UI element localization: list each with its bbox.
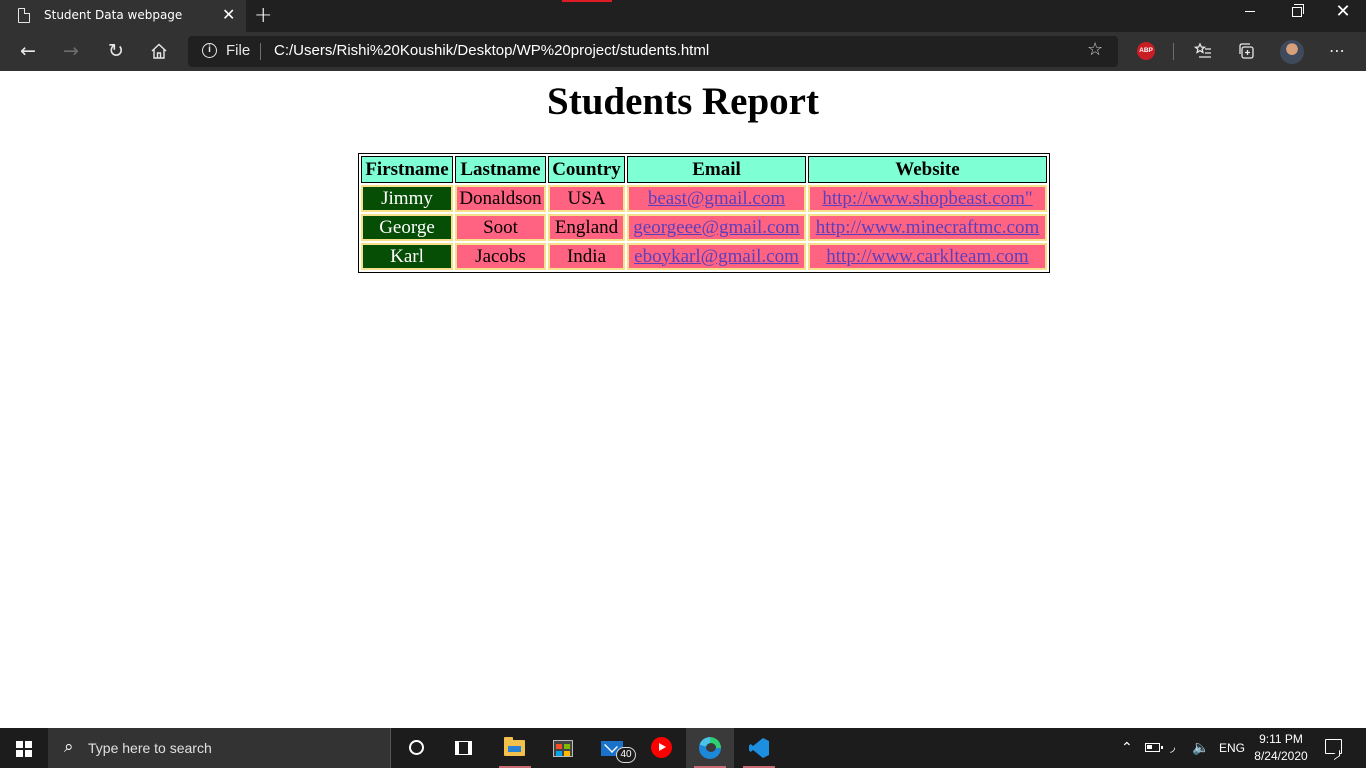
- windows-start-icon[interactable]: [16, 741, 32, 757]
- edge-icon: [699, 737, 721, 759]
- website-link[interactable]: http://www.carklteam.com: [826, 246, 1028, 267]
- browser-title-bar: Student Data webpage ✕ + ✕: [0, 0, 1366, 32]
- profile-avatar[interactable]: [1280, 40, 1304, 64]
- clock-date: 8/24/2020: [1254, 749, 1308, 763]
- address-separator: [260, 43, 261, 60]
- page-title: Students Report: [547, 80, 819, 123]
- restore-button[interactable]: [1274, 0, 1320, 32]
- volume-icon[interactable]: 🔈: [1192, 728, 1209, 768]
- address-scheme: File: [226, 42, 251, 59]
- address-bar[interactable]: i File C:/Users/Rishi%20Koushik/Desktop/…: [188, 36, 1118, 67]
- tab-close-icon[interactable]: ✕: [222, 6, 235, 24]
- cell-country: England: [548, 214, 625, 241]
- cell-firstname: Jimmy: [361, 185, 453, 212]
- recording-indicator: [562, 0, 612, 2]
- search-placeholder: Type here to search: [88, 740, 212, 756]
- more-icon[interactable]: ⋯: [1319, 32, 1355, 71]
- header-email: Email: [627, 156, 806, 183]
- header-website: Website: [808, 156, 1047, 183]
- page-icon: [18, 8, 30, 23]
- cell-website: http://www.minecraftmc.com: [808, 214, 1047, 241]
- notification-center-icon[interactable]: [1325, 739, 1342, 754]
- mail-badge: 40: [616, 747, 636, 763]
- cell-website: http://www.shopbeast.com": [808, 185, 1047, 212]
- page-content: Students Report Firstname Lastname Count…: [0, 71, 1366, 728]
- task-view-icon[interactable]: [455, 741, 472, 755]
- taskbar-search[interactable]: ⌕ Type here to search: [48, 728, 391, 768]
- tab-title: Student Data webpage: [44, 8, 183, 22]
- youtube-music-icon[interactable]: [651, 737, 672, 758]
- website-link[interactable]: http://www.shopbeast.com": [822, 188, 1032, 209]
- file-explorer-icon: [504, 737, 525, 756]
- cell-lastname: Donaldson: [455, 185, 546, 212]
- table-row: Jimmy Donaldson USA beast@gmail.com http…: [361, 185, 1047, 212]
- students-table: Firstname Lastname Country Email Website…: [358, 153, 1050, 273]
- email-link[interactable]: georgeee@gmail.com: [633, 217, 799, 238]
- header-lastname: Lastname: [455, 156, 546, 183]
- table-row: Karl Jacobs India eboykarl@gmail.com htt…: [361, 243, 1047, 270]
- clock-time: 9:11 PM: [1259, 732, 1303, 746]
- favorite-star-icon[interactable]: ☆: [1087, 39, 1103, 60]
- browser-toolbar: ← → ↻ i File C:/Users/Rishi%20Koushik/De…: [0, 32, 1366, 71]
- cell-lastname: Jacobs: [455, 243, 546, 270]
- wifi-icon[interactable]: ◞: [1170, 728, 1175, 768]
- cortana-icon[interactable]: [409, 740, 424, 755]
- favorites-icon[interactable]: [1185, 32, 1221, 71]
- header-country: Country: [548, 156, 625, 183]
- cell-email: eboykarl@gmail.com: [627, 243, 806, 270]
- taskbar-clock[interactable]: 9:11 PM 8/24/2020: [1252, 731, 1310, 765]
- search-icon: ⌕: [64, 737, 74, 757]
- home-icon[interactable]: [141, 32, 177, 71]
- refresh-icon[interactable]: ↻: [98, 32, 134, 71]
- window-close-button[interactable]: ✕: [1320, 0, 1366, 32]
- taskbar: ⌕ Type here to search 40 ⌃ ◞ 🔈 ENG 9:11 …: [0, 728, 1366, 768]
- info-icon[interactable]: i: [202, 43, 217, 58]
- store-icon[interactable]: [553, 740, 573, 757]
- show-hidden-icons-chevron-icon[interactable]: ⌃: [1121, 728, 1133, 768]
- collections-icon[interactable]: [1229, 32, 1265, 71]
- address-url[interactable]: C:/Users/Rishi%20Koushik/Desktop/WP%20pr…: [274, 42, 709, 59]
- cell-country: India: [548, 243, 625, 270]
- adblock-icon[interactable]: ABP: [1137, 42, 1155, 60]
- forward-icon[interactable]: →: [53, 32, 89, 71]
- email-link[interactable]: eboykarl@gmail.com: [634, 246, 799, 267]
- new-tab-button[interactable]: +: [254, 3, 272, 28]
- cell-email: georgeee@gmail.com: [627, 214, 806, 241]
- header-firstname: Firstname: [361, 156, 453, 183]
- cell-firstname: Karl: [361, 243, 453, 270]
- toolbar-separator: [1173, 43, 1174, 60]
- cell-country: USA: [548, 185, 625, 212]
- cell-email: beast@gmail.com: [627, 185, 806, 212]
- table-row: George Soot England georgeee@gmail.com h…: [361, 214, 1047, 241]
- email-link[interactable]: beast@gmail.com: [648, 188, 785, 209]
- website-link[interactable]: http://www.minecraftmc.com: [816, 217, 1040, 238]
- minimize-button[interactable]: [1228, 0, 1274, 32]
- browser-tab[interactable]: Student Data webpage ✕: [0, 0, 246, 32]
- table-header-row: Firstname Lastname Country Email Website: [361, 156, 1047, 183]
- cell-lastname: Soot: [455, 214, 546, 241]
- cell-firstname: George: [361, 214, 453, 241]
- language-indicator[interactable]: ENG: [1219, 728, 1245, 768]
- back-icon[interactable]: ←: [10, 32, 46, 71]
- battery-icon[interactable]: [1145, 743, 1163, 752]
- cell-website: http://www.carklteam.com: [808, 243, 1047, 270]
